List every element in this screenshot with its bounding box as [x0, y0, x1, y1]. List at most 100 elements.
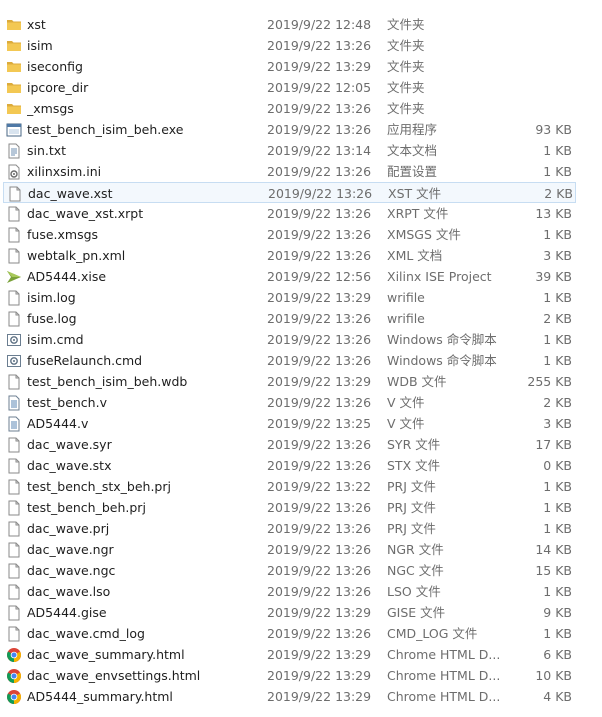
file-row[interactable]: dac_wave.syr 2019/9/22 13:26 SYR 文件 17 KB — [3, 434, 576, 455]
file-date: 2019/9/22 13:26 — [267, 353, 372, 368]
file-type: 应用程序 — [387, 122, 438, 137]
file-type: Xilinx ISE Project — [387, 269, 492, 284]
file-row[interactable]: fuseRelaunch.cmd 2019/9/22 13:26 Windows 命… — [3, 350, 576, 371]
file-row[interactable]: isim.cmd 2019/9/22 13:26 Windows 命令脚本 1 KB — [3, 329, 576, 350]
file-name: xst — [27, 17, 46, 32]
file-type: Chrome HTML D... — [387, 647, 499, 662]
file-size: 1 KB — [543, 290, 572, 305]
file-size: 1 KB — [543, 332, 572, 347]
chrome-html-icon — [6, 689, 22, 705]
file-size: 3 KB — [543, 416, 572, 431]
file-type: XRPT 文件 — [387, 206, 449, 221]
file-type: NGC 文件 — [387, 563, 444, 578]
file-size: 3 KB — [543, 248, 572, 263]
file-row[interactable]: test_bench_isim_beh.wdb 2019/9/22 13:29 WD… — [3, 371, 576, 392]
file-row[interactable]: AD5444.xise 2019/9/22 12:56 Xilinx ISE Pro… — [3, 266, 576, 287]
file-date: 2019/9/22 12:56 — [267, 269, 372, 284]
file-size: 1 KB — [543, 479, 572, 494]
file-size — [503, 77, 572, 98]
file-name: dac_wave.cmd_log — [27, 626, 145, 641]
file-size: 1 KB — [543, 626, 572, 641]
blank-file-icon — [6, 626, 22, 642]
file-type: Chrome HTML D... — [387, 668, 499, 683]
blank-file-icon — [6, 227, 22, 243]
file-type: PRJ 文件 — [387, 521, 436, 536]
file-type: 文件夹 — [387, 80, 425, 95]
file-row[interactable]: dac_wave.cmd_log 2019/9/22 13:26 CMD_LOG 文… — [3, 623, 576, 644]
file-row[interactable]: dac_wave.ngr 2019/9/22 13:26 NGR 文件 14 KB — [3, 539, 576, 560]
file-row[interactable]: iseconfig 2019/9/22 13:29 文件夹 — [3, 56, 576, 77]
file-size: 1 KB — [543, 500, 572, 515]
file-type: V 文件 — [387, 395, 425, 410]
file-row[interactable]: dac_wave.prj 2019/9/22 13:26 PRJ 文件 1 KB — [3, 518, 576, 539]
chrome-html-icon — [6, 647, 22, 663]
file-row[interactable]: fuse.xmsgs 2019/9/22 13:26 XMSGS 文件 1 KB — [3, 224, 576, 245]
file-name: AD5444.xise — [27, 269, 107, 284]
file-type: wrifile — [387, 311, 425, 326]
file-date: 2019/9/22 13:26 — [267, 164, 372, 179]
file-size: 0 KB — [543, 458, 572, 473]
file-name: dac_wave.xst — [28, 186, 113, 201]
file-row[interactable]: webtalk_pn.xml 2019/9/22 13:26 XML 文档 3 KB — [3, 245, 576, 266]
folder-icon — [6, 38, 22, 54]
file-name: sin.txt — [27, 143, 67, 158]
file-row[interactable]: xst 2019/9/22 12:48 文件夹 — [3, 14, 576, 35]
file-row[interactable]: dac_wave.stx 2019/9/22 13:26 STX 文件 0 KB — [3, 455, 576, 476]
file-row[interactable]: test_bench_beh.prj 2019/9/22 13:26 PRJ 文件 1… — [3, 497, 576, 518]
file-size: 10 KB — [535, 668, 572, 683]
file-name: test_bench_isim_beh.wdb — [27, 374, 188, 389]
file-size: 2 KB — [543, 395, 572, 410]
file-row[interactable]: dac_wave_envsettings.html 2019/9/22 13:29… — [3, 665, 576, 686]
file-row[interactable]: fuse.log 2019/9/22 13:26 wrifile 2 KB — [3, 308, 576, 329]
file-row[interactable]: test_bench.v 2019/9/22 13:26 V 文件 2 KB — [3, 392, 576, 413]
file-row[interactable]: AD5444_summary.html 2019/9/22 13:29 Chrome… — [3, 686, 576, 707]
file-date: 2019/9/22 13:26 — [267, 563, 372, 578]
file-name: webtalk_pn.xml — [27, 248, 126, 263]
file-type: XMSGS 文件 — [387, 227, 461, 242]
file-row[interactable]: test_bench_isim_beh.exe 2019/9/22 13:26 应用… — [3, 119, 576, 140]
file-type: 文本文档 — [387, 143, 438, 158]
file-row[interactable]: isim.log 2019/9/22 13:29 wrifile 1 KB — [3, 287, 576, 308]
file-row[interactable]: dac_wave.lso 2019/9/22 13:26 LSO 文件 1 KB — [3, 581, 576, 602]
file-type: Chrome HTML D... — [387, 689, 499, 704]
file-row[interactable]: test_bench_stx_beh.prj 2019/9/22 13:22 PRJ… — [3, 476, 576, 497]
file-size: 1 KB — [543, 164, 572, 179]
file-row[interactable]: _xmsgs 2019/9/22 13:26 文件夹 — [3, 98, 576, 119]
verilog-file-icon — [6, 395, 22, 411]
file-name: fuse.log — [27, 311, 77, 326]
file-date: 2019/9/22 13:22 — [267, 479, 372, 494]
file-name: ipcore_dir — [27, 80, 89, 95]
file-size — [503, 98, 572, 119]
file-name: xilinxsim.ini — [27, 164, 102, 179]
file-size: 255 KB — [527, 374, 572, 389]
file-row[interactable]: xilinxsim.ini 2019/9/22 13:26 配置设置 1 KB — [3, 161, 576, 182]
file-date: 2019/9/22 13:26 — [267, 311, 372, 326]
file-size: 13 KB — [535, 206, 572, 221]
file-row[interactable]: AD5444.v 2019/9/22 13:25 V 文件 3 KB — [3, 413, 576, 434]
file-name: dac_wave.prj — [27, 521, 110, 536]
folder-icon — [6, 80, 22, 96]
file-row[interactable]: isim 2019/9/22 13:26 文件夹 — [3, 35, 576, 56]
file-type: 文件夹 — [387, 17, 425, 32]
file-row[interactable]: dac_wave_xst.xrpt 2019/9/22 13:26 XRPT 文件 1… — [3, 203, 576, 224]
file-size: 2 KB — [544, 186, 573, 201]
file-row[interactable]: sin.txt 2019/9/22 13:14 文本文档 1 KB — [3, 140, 576, 161]
file-type: Windows 命令脚本 — [387, 332, 497, 347]
file-row[interactable]: dac_wave_summary.html 2019/9/22 13:29 Chro… — [3, 644, 576, 665]
file-date: 2019/9/22 13:29 — [267, 647, 372, 662]
file-name: isim.log — [27, 290, 76, 305]
file-date: 2019/9/22 13:26 — [267, 122, 372, 137]
file-row[interactable]: dac_wave.xst 2019/9/22 13:26 XST 文件 2 KB — [3, 182, 576, 203]
file-date: 2019/9/22 13:29 — [267, 668, 372, 683]
file-date: 2019/9/22 13:25 — [267, 416, 372, 431]
file-date: 2019/9/22 13:29 — [267, 290, 372, 305]
file-date: 2019/9/22 13:26 — [267, 248, 372, 263]
blank-file-icon — [6, 311, 22, 327]
blank-file-icon — [6, 542, 22, 558]
file-name: AD5444_summary.html — [27, 689, 173, 704]
file-date: 2019/9/22 13:26 — [267, 521, 372, 536]
file-row[interactable]: ipcore_dir 2019/9/22 12:05 文件夹 — [3, 77, 576, 98]
file-name: AD5444.gise — [27, 605, 107, 620]
file-row[interactable]: dac_wave.ngc 2019/9/22 13:26 NGC 文件 15 KB — [3, 560, 576, 581]
file-row[interactable]: AD5444.gise 2019/9/22 13:29 GISE 文件 9 KB — [3, 602, 576, 623]
